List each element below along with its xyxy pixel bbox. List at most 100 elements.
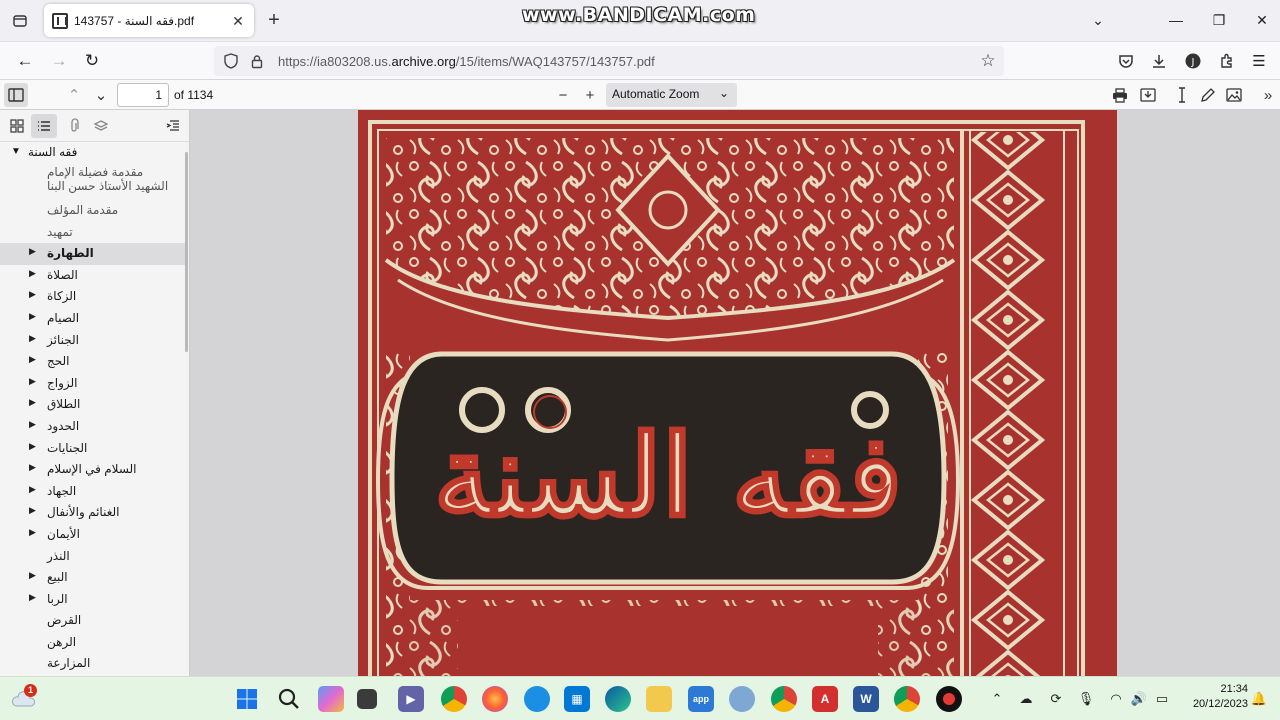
battery-icon[interactable]: ▭ xyxy=(1153,690,1171,708)
tab-overflow-chevron-icon[interactable]: ⌄ xyxy=(1086,10,1110,30)
attachments-icon[interactable] xyxy=(61,114,87,138)
draw-pen-icon[interactable] xyxy=(1196,83,1220,107)
bookmark-star-icon[interactable]: ☆ xyxy=(978,51,998,71)
save-pdf-icon[interactable] xyxy=(1136,83,1160,107)
collapsed-triangle-icon[interactable]: ▶ xyxy=(29,289,36,300)
outline-item[interactable]: ▶ الزواج xyxy=(0,373,186,395)
edge-beta-icon[interactable] xyxy=(524,686,550,712)
page-number-input[interactable]: 1 xyxy=(117,83,169,107)
teams-icon[interactable]: ▶ xyxy=(398,686,424,712)
collapsed-triangle-icon[interactable]: ▶ xyxy=(29,592,36,603)
outline-item[interactable]: المزارعة xyxy=(0,653,186,675)
chrome-icon[interactable] xyxy=(441,686,467,712)
chrome-profile-2-icon[interactable] xyxy=(894,686,920,712)
outline-item[interactable]: ▶ الأيمان xyxy=(0,524,186,546)
add-image-icon[interactable] xyxy=(1222,83,1246,107)
cloud-sync-icon[interactable]: ☁ xyxy=(1017,690,1035,708)
collapsed-triangle-icon[interactable]: ▶ xyxy=(29,505,36,516)
toggle-sidebar-icon[interactable] xyxy=(4,83,28,107)
globe-app-icon[interactable] xyxy=(729,686,755,712)
downloads-icon[interactable] xyxy=(1148,50,1170,72)
outline-item[interactable]: ▶ الزكاة xyxy=(0,286,186,308)
file-explorer-icon[interactable] xyxy=(646,686,672,712)
close-window-button[interactable]: ✕ xyxy=(1250,10,1274,30)
microphone-icon[interactable]: 🎙 xyxy=(1077,690,1095,708)
collapsed-triangle-icon[interactable]: ▶ xyxy=(29,311,36,322)
outline-item[interactable]: القرض xyxy=(0,610,186,632)
outline-item[interactable]: ▶ السلام في الإسلام xyxy=(0,459,186,481)
task-view-icon[interactable] xyxy=(357,689,377,709)
collapsed-triangle-icon[interactable]: ▶ xyxy=(29,246,36,257)
outline-item[interactable]: ▶ الصيام xyxy=(0,308,186,330)
outline-item[interactable]: ▶ الجنائز xyxy=(0,330,186,352)
back-button[interactable]: ← xyxy=(14,50,36,72)
collapsed-triangle-icon[interactable]: ▶ xyxy=(29,419,36,430)
chrome-profile-icon[interactable] xyxy=(771,686,797,712)
layers-icon[interactable] xyxy=(88,114,114,138)
outline-item[interactable]: ▶ الحدود xyxy=(0,416,186,438)
new-tab-button[interactable]: + xyxy=(264,10,284,30)
copilot-icon[interactable] xyxy=(318,686,344,712)
outline-item[interactable]: ▶ الغنائم والأنفال xyxy=(0,502,186,524)
wifi-icon[interactable]: ◠ xyxy=(1107,690,1125,708)
search-icon[interactable] xyxy=(276,686,302,712)
minimize-button[interactable]: — xyxy=(1164,10,1188,30)
show-hidden-icons-chevron-icon[interactable]: ⌃ xyxy=(988,690,1006,708)
account-avatar-icon[interactable]: J xyxy=(1182,50,1204,72)
pocket-icon[interactable] xyxy=(1115,50,1137,72)
outline-item[interactable]: ▶ الصلاة xyxy=(0,265,186,287)
pdf-viewer[interactable]: فقه السنة xyxy=(190,110,1280,676)
reload-button[interactable]: ↻ xyxy=(81,50,103,72)
weather-cloud-icon[interactable]: 1 xyxy=(10,684,37,712)
outline-item[interactable]: مقدمة فضيلة الإمام الشهيد الأستاذ حسن ال… xyxy=(0,164,186,200)
zoom-out-button[interactable]: − xyxy=(551,83,575,107)
outline-item[interactable]: ▶ الطلاق xyxy=(0,394,186,416)
address-bar[interactable]: https://ia803208.us.archive.org/15/items… xyxy=(214,46,1004,76)
firefox-icon[interactable] xyxy=(482,686,508,712)
maximize-button[interactable]: ❐ xyxy=(1207,10,1231,30)
outline-item[interactable]: تمهيد xyxy=(0,222,186,244)
forward-button[interactable]: → xyxy=(48,50,70,72)
collapsed-triangle-icon[interactable]: ▶ xyxy=(29,484,36,495)
collapsed-triangle-icon[interactable]: ▶ xyxy=(29,441,36,452)
zoom-in-button[interactable]: + xyxy=(578,83,602,107)
outline-item[interactable]: الرهن xyxy=(0,632,186,654)
outline-item[interactable]: ▶ الربا xyxy=(0,589,186,611)
volume-icon[interactable]: 🔊 xyxy=(1130,690,1148,708)
outline-item[interactable]: ▶ البيع xyxy=(0,567,186,589)
outline-item[interactable]: مقدمة المؤلف xyxy=(0,200,186,222)
outline-view-icon[interactable] xyxy=(31,114,57,138)
print-icon[interactable] xyxy=(1108,83,1132,107)
collapsed-triangle-icon[interactable]: ▶ xyxy=(29,397,36,408)
extensions-icon[interactable] xyxy=(1216,50,1238,72)
close-tab-icon[interactable]: ✕ xyxy=(230,13,246,29)
next-page-button[interactable]: ⌄ xyxy=(89,83,113,107)
bandicam-record-icon[interactable] xyxy=(936,686,962,712)
find-current-outline-icon[interactable] xyxy=(160,114,186,138)
collapsed-triangle-icon[interactable]: ▶ xyxy=(29,376,36,387)
phone-link-icon[interactable]: app xyxy=(688,686,714,712)
collapsed-triangle-icon[interactable]: ▶ xyxy=(29,268,36,279)
store-icon[interactable]: ▦ xyxy=(564,686,590,712)
outline-item[interactable]: ▶ الحج xyxy=(0,351,186,373)
outline-item-selected[interactable]: ▶ الطهارة xyxy=(0,243,186,265)
refresh-sync-icon[interactable]: ⟳ xyxy=(1047,690,1065,708)
list-all-tabs-icon[interactable] xyxy=(10,11,30,31)
word-icon[interactable]: W xyxy=(853,686,879,712)
previous-page-button[interactable]: ⌃ xyxy=(62,83,86,107)
collapsed-triangle-icon[interactable]: ▶ xyxy=(29,462,36,473)
app-menu-icon[interactable]: ☰ xyxy=(1248,50,1270,72)
lock-icon[interactable] xyxy=(248,52,266,70)
text-tool-icon[interactable] xyxy=(1170,83,1194,107)
outline-item[interactable]: ▶ الجنايات xyxy=(0,438,186,460)
edge-icon[interactable] xyxy=(605,686,631,712)
collapsed-triangle-icon[interactable]: ▶ xyxy=(29,570,36,581)
collapsed-triangle-icon[interactable]: ▶ xyxy=(29,333,36,344)
outline-item[interactable]: ▶ الجهاد xyxy=(0,481,186,503)
collapsed-triangle-icon[interactable]: ▶ xyxy=(29,527,36,538)
start-windows-icon[interactable] xyxy=(234,686,260,712)
outline-scrollbar[interactable] xyxy=(185,152,188,352)
thumbnails-icon[interactable] xyxy=(4,114,30,138)
system-clock[interactable]: 21:34 20/12/2023 xyxy=(1182,682,1248,712)
collapsed-triangle-icon[interactable]: ▶ xyxy=(29,354,36,365)
